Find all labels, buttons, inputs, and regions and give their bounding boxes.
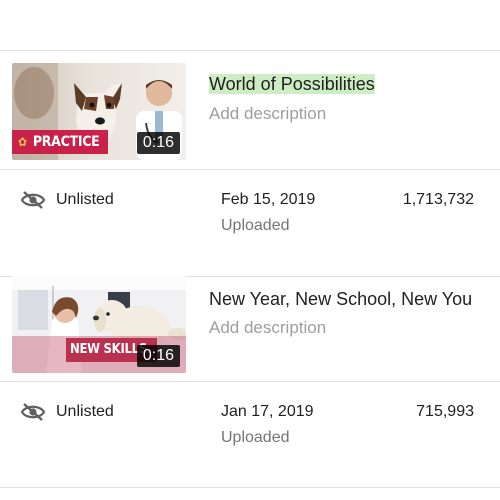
video-status: Uploaded: [221, 217, 290, 234]
video-views: 1,713,732: [402, 191, 474, 208]
row-divider: [0, 487, 500, 488]
top-divider: [0, 50, 500, 51]
visibility-label: Unlisted: [56, 403, 114, 420]
video-thumbnail[interactable]: NEW SKILLS. 0:16: [12, 276, 186, 373]
eye-off-icon: [20, 191, 46, 209]
visibility-status[interactable]: Unlisted: [20, 402, 114, 422]
video-date: Feb 15, 2019: [221, 191, 316, 208]
video-title[interactable]: World of Possibilities: [209, 74, 375, 95]
add-description-placeholder[interactable]: Add description: [209, 318, 326, 338]
row-divider: [0, 169, 500, 170]
badge-text: PRACTICE: [32, 134, 100, 150]
video-title[interactable]: New Year, New School, New You: [209, 289, 472, 310]
video-duration: 0:16: [136, 345, 180, 367]
video-duration: 0:16: [136, 132, 180, 154]
video-status: Uploaded: [221, 429, 290, 446]
video-date: Jan 17, 2019: [221, 403, 314, 420]
visibility-status[interactable]: Unlisted: [20, 190, 114, 210]
paw-icon: ✿: [18, 135, 27, 149]
add-description-placeholder[interactable]: Add description: [209, 104, 326, 124]
visibility-label: Unlisted: [56, 191, 114, 208]
thumbnail-badge: ✿ PRACTICE: [12, 130, 108, 154]
eye-off-icon: [20, 403, 46, 421]
video-views: 715,993: [416, 403, 474, 420]
video-thumbnail[interactable]: ✿ PRACTICE 0:16: [12, 63, 186, 160]
row-divider: [0, 381, 500, 382]
video-title-text[interactable]: World of Possibilities: [209, 74, 375, 94]
